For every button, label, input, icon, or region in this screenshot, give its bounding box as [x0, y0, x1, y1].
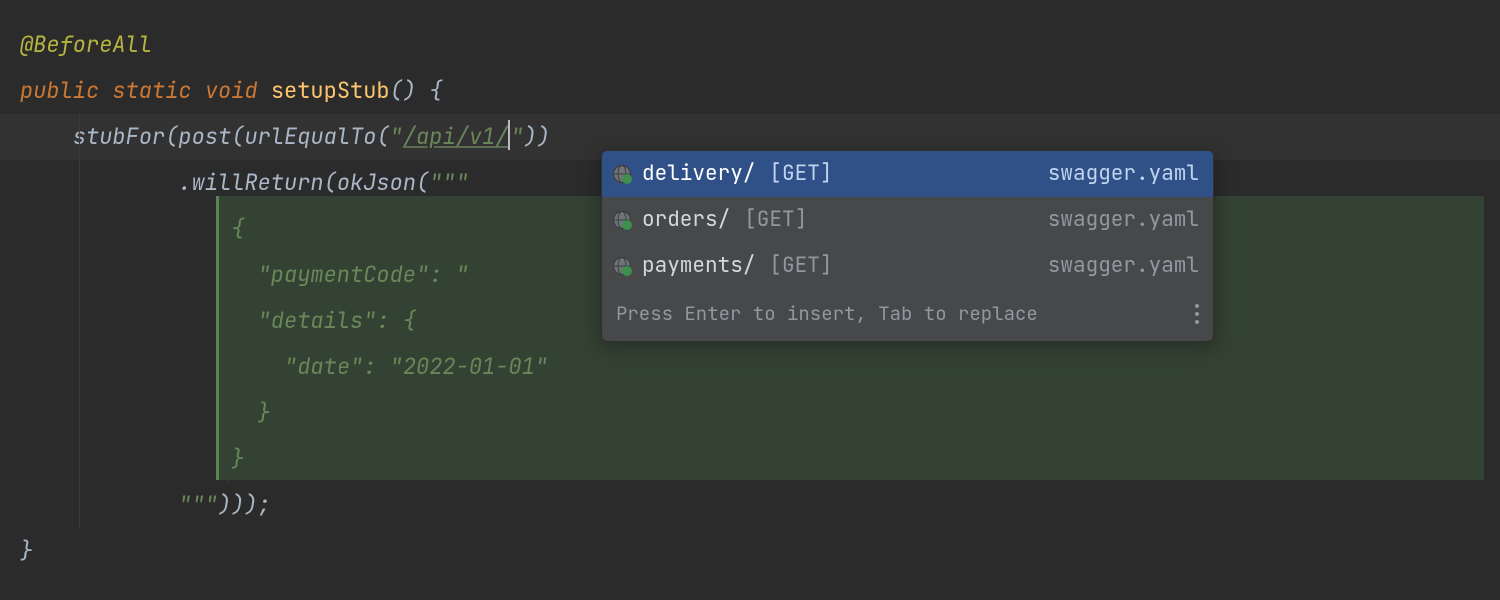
url-string: /api/v1/ [403, 116, 509, 158]
annotation: @BeforeAll [20, 24, 152, 66]
punct: () { [390, 70, 443, 112]
endpoint-icon [612, 210, 632, 230]
completion-item[interactable]: delivery/ [GET] swagger.yaml [602, 151, 1213, 197]
json-brace: } [231, 438, 244, 480]
method-name: setupStub [271, 70, 390, 112]
string-close: " [510, 116, 523, 158]
endpoint-icon [612, 164, 632, 184]
code-line[interactable]: @BeforeAll [0, 22, 1500, 68]
completion-file: swagger.yaml [1048, 246, 1199, 286]
code-line[interactable]: } [0, 436, 1500, 482]
endpoint-icon [612, 256, 632, 276]
string-open: " [390, 116, 403, 158]
completion-verb: [GET] [769, 246, 832, 286]
keyword-void: void [205, 70, 258, 112]
punct: ))); [218, 484, 271, 526]
completion-file: swagger.yaml [1048, 154, 1199, 194]
json-brace: { [231, 208, 244, 250]
completion-verb: [GET] [769, 154, 832, 194]
triple-quote-close: """ [178, 484, 218, 526]
code-line[interactable]: public static void setupStub() { [0, 68, 1500, 114]
json-key: "paymentCode" [258, 254, 430, 296]
call-stubFor: stubFor [73, 116, 165, 158]
completion-name: delivery/ [642, 154, 755, 194]
call-willReturn: .willReturn [178, 162, 323, 204]
keyword-static: static [112, 70, 191, 112]
triple-quote-open: """ [429, 162, 469, 204]
completion-name: orders/ [642, 200, 730, 240]
code-editor[interactable]: @BeforeAll public static void setupStub(… [0, 0, 1500, 574]
completion-hint: Press Enter to insert, Tab to replace [616, 296, 1038, 332]
json-brace: } [258, 392, 271, 434]
json-key: "details" [258, 300, 377, 342]
brace-close: } [20, 530, 33, 572]
completion-file: swagger.yaml [1048, 200, 1199, 240]
completion-hint-row: Press Enter to insert, Tab to replace [602, 289, 1213, 341]
json-value: "2022-01-01" [390, 346, 548, 388]
call-urlEqualTo: urlEqualTo [244, 116, 376, 158]
completion-name: payments/ [642, 246, 755, 286]
code-line[interactable]: } [0, 528, 1500, 574]
completion-popup[interactable]: delivery/ [GET] swagger.yaml orders/ [GE… [601, 150, 1214, 342]
completion-item[interactable]: payments/ [GET] swagger.yaml [602, 243, 1213, 289]
punct: )) [524, 116, 550, 158]
call-okJson: okJson [337, 162, 416, 204]
completion-item[interactable]: orders/ [GET] swagger.yaml [602, 197, 1213, 243]
code-line[interactable]: } [0, 390, 1500, 436]
code-line[interactable]: """))); [0, 482, 1500, 528]
json-key: "date" [284, 346, 363, 388]
keyword-public: public [20, 70, 99, 112]
more-icon[interactable] [1195, 304, 1201, 324]
code-line[interactable]: "date": "2022-01-01" [0, 344, 1500, 390]
completion-verb: [GET] [744, 200, 807, 240]
call-post: post [178, 116, 231, 158]
